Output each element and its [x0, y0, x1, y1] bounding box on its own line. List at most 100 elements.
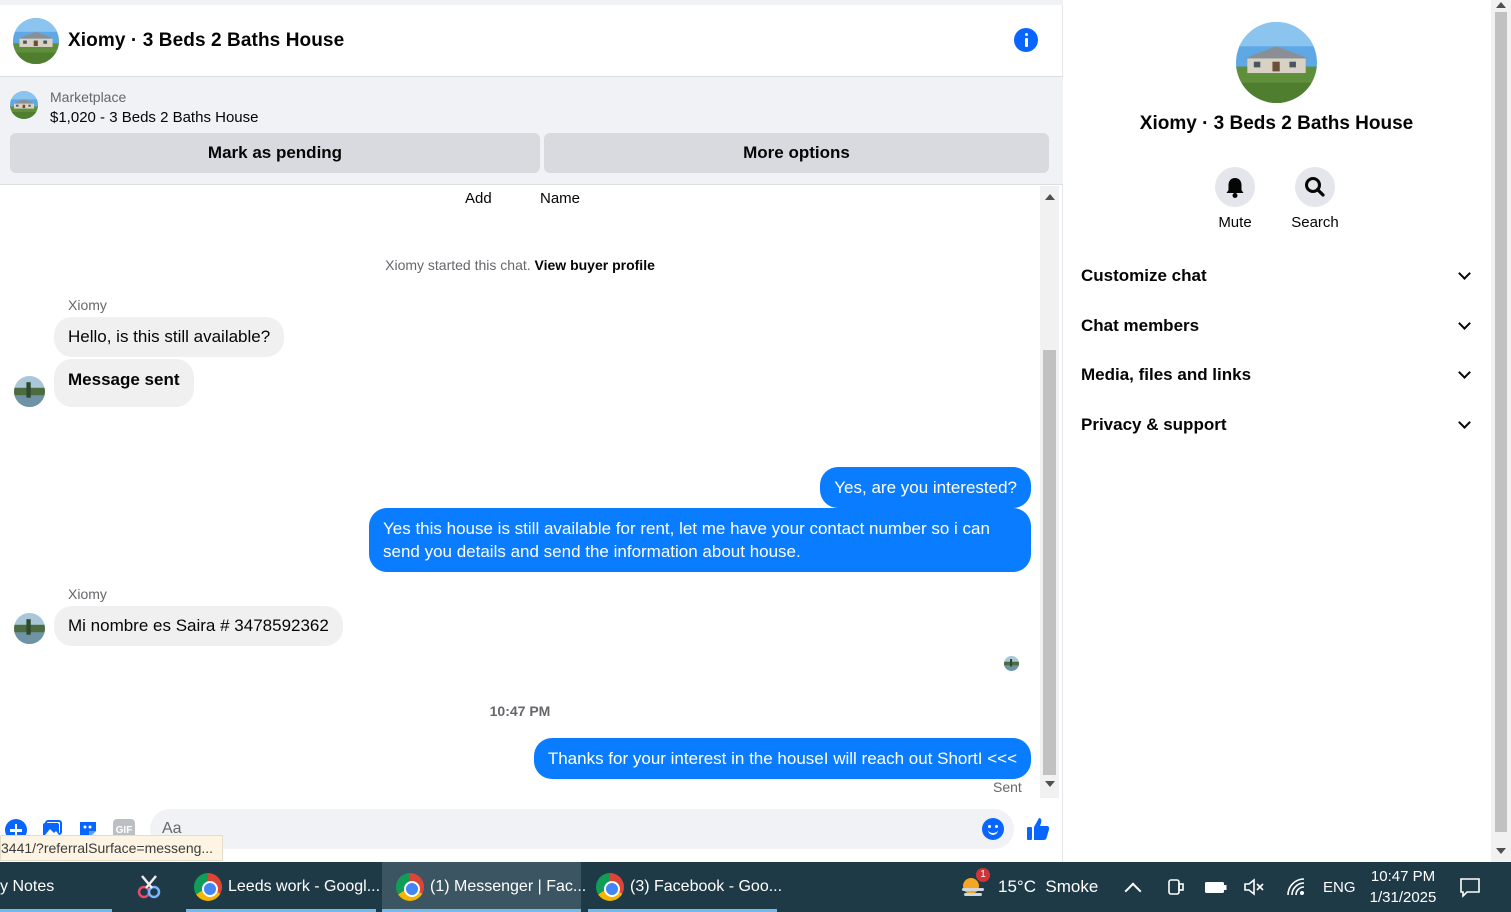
emoji-icon[interactable] [982, 818, 1004, 840]
weather-text: 15°C Smoke [998, 877, 1099, 896]
mark-as-pending-button[interactable]: Mark as pending [10, 133, 540, 173]
bell-icon [1226, 178, 1244, 198]
tray-clock[interactable]: 10:47 PM 1/31/2025 [1365, 862, 1441, 912]
search-action[interactable]: Search [1275, 167, 1355, 231]
incoming-message[interactable]: Hello, is this still available? [54, 317, 285, 357]
status-bar-url: 3441/?referralSurface=messeng... [0, 835, 224, 861]
battery-icon [1205, 882, 1227, 893]
page-scrollbar-thumb[interactable] [1495, 12, 1507, 832]
marketplace-listing-banner: Marketplace $1,020 - 3 Beds 2 Baths Hous… [0, 77, 1063, 185]
sender-name: Xiomy [68, 586, 107, 602]
search-label: Search [1291, 214, 1339, 231]
tray-meet-icon[interactable] [1166, 862, 1186, 912]
chevron-down-icon [1458, 317, 1471, 330]
sent-status: Sent [993, 779, 1022, 795]
windows-taskbar: y Notes Leeds work - Googl... (1) Messen… [0, 862, 1511, 912]
section-label: Media, files and links [1081, 365, 1252, 384]
search-icon [1305, 177, 1325, 197]
show-hidden-icons[interactable] [1124, 862, 1142, 912]
listing-thumbnail[interactable] [10, 91, 38, 119]
clock-time: 10:47 PM [1370, 868, 1436, 885]
taskbar-item-label: (1) Messenger | Fac... [430, 878, 587, 895]
view-buyer-profile-link[interactable]: View buyer profile [535, 257, 655, 273]
notification-center[interactable] [1459, 862, 1481, 912]
section-chat-members[interactable]: Chat members [1081, 306, 1473, 346]
language-indicator: ENG [1323, 878, 1356, 896]
info-icon[interactable] [1014, 28, 1038, 52]
section-media-files-links[interactable]: Media, files and links [1081, 355, 1473, 395]
tray-battery[interactable] [1204, 862, 1228, 912]
video-call-icon [1168, 879, 1184, 895]
section-customize-chat[interactable]: Customize chat [1081, 256, 1473, 296]
chrome-icon [596, 873, 624, 901]
scroll-up-arrow-icon[interactable] [1045, 194, 1055, 200]
notification-icon [1460, 878, 1480, 898]
sender-avatar[interactable] [14, 376, 45, 407]
chrome-icon [396, 873, 424, 901]
chat-started-notice: Xiomy started this chat. View buyer prof… [0, 257, 1040, 273]
sender-name: Xiomy [68, 297, 107, 313]
tray-volume[interactable] [1243, 862, 1265, 912]
tray-language[interactable]: ENG [1323, 862, 1356, 912]
panel-title: Xiomy · 3 Beds 2 Baths House [1139, 113, 1414, 134]
chrome-icon [194, 873, 222, 901]
snipping-tool-icon [137, 875, 161, 899]
section-privacy-support[interactable]: Privacy & support [1081, 405, 1473, 445]
weather-icon: 1 [958, 868, 990, 902]
volume-muted-icon [1244, 878, 1264, 896]
page-scrollbar[interactable] [1491, 0, 1511, 862]
marketplace-label: Marketplace [50, 89, 127, 105]
chat-column: Xiomy · 3 Beds 2 Baths House Marketplace… [0, 0, 1063, 862]
taskbar-item-label: y Notes [0, 878, 55, 895]
panel-avatar[interactable] [1236, 22, 1317, 103]
scroll-up-arrow-icon[interactable] [1496, 2, 1506, 8]
section-label: Customize chat [1081, 266, 1207, 285]
conversation-avatar[interactable] [13, 18, 59, 64]
message-scrollbar[interactable] [1040, 186, 1059, 798]
tray-network[interactable] [1285, 862, 1307, 912]
chat-header: Xiomy · 3 Beds 2 Baths House [0, 5, 1063, 77]
more-options-button[interactable]: More options [544, 133, 1049, 173]
incoming-message[interactable]: Message sent [54, 359, 194, 407]
conversation-info-panel: Xiomy · 3 Beds 2 Baths House Mute Search… [1064, 5, 1491, 862]
conversation-title[interactable]: Xiomy · 3 Beds 2 Baths House [68, 30, 344, 52]
taskbar-item-label: (3) Facebook - Goo... [630, 878, 783, 895]
weather-widget[interactable]: 1 15°C Smoke [958, 862, 1098, 912]
seen-indicator-avatar [1004, 656, 1019, 671]
wifi-icon [1287, 878, 1305, 896]
chevron-down-icon [1458, 366, 1471, 379]
message-input[interactable] [162, 817, 962, 841]
taskbar-item-label: Leeds work - Googl... [228, 878, 381, 895]
section-label: Privacy & support [1081, 415, 1227, 434]
taskbar-snipping-tool[interactable] [123, 862, 175, 912]
outgoing-message[interactable]: Yes, are you interested? [820, 467, 1031, 508]
thumbs-up-icon[interactable] [1026, 816, 1050, 842]
mute-label: Mute [1218, 214, 1252, 231]
scroll-down-arrow-icon[interactable] [1045, 781, 1055, 787]
add-nickname-link[interactable]: Add [465, 190, 492, 207]
scrollbar-thumb[interactable] [1043, 350, 1056, 775]
weather-badge: 1 [976, 868, 990, 882]
name-link[interactable]: Name [540, 190, 580, 207]
chevron-up-icon [1124, 882, 1142, 900]
scroll-down-arrow-icon[interactable] [1496, 848, 1506, 854]
chevron-down-icon [1458, 416, 1471, 429]
incoming-message[interactable]: Mi nombre es Saira # 3478592362 [54, 606, 343, 646]
outgoing-message[interactable]: Yes this house is still available for re… [369, 508, 1031, 572]
message-input-box[interactable] [150, 809, 1014, 849]
mute-button[interactable] [1215, 167, 1255, 207]
taskbar-chrome-facebook[interactable]: (3) Facebook - Goo... [588, 862, 782, 912]
message-list[interactable]: Add Name Xiomy started this chat. View b… [0, 186, 1040, 798]
mute-action[interactable]: Mute [1195, 167, 1275, 231]
search-button[interactable] [1295, 167, 1335, 207]
section-label: Chat members [1081, 316, 1200, 335]
taskbar-chrome-leeds-work[interactable]: Leeds work - Googl... [186, 862, 380, 912]
chat-started-text: Xiomy started this chat. [385, 257, 531, 273]
taskbar-chrome-messenger[interactable]: (1) Messenger | Fac... [382, 862, 586, 912]
sender-avatar[interactable] [14, 613, 45, 644]
listing-title[interactable]: $1,020 - 3 Beds 2 Baths House [50, 109, 258, 126]
message-timestamp: 10:47 PM [489, 703, 551, 719]
taskbar-notes-app[interactable]: y Notes [0, 862, 112, 912]
outgoing-message[interactable]: Thanks for your interest in the houseI w… [533, 738, 1031, 779]
chevron-down-icon [1458, 267, 1471, 280]
